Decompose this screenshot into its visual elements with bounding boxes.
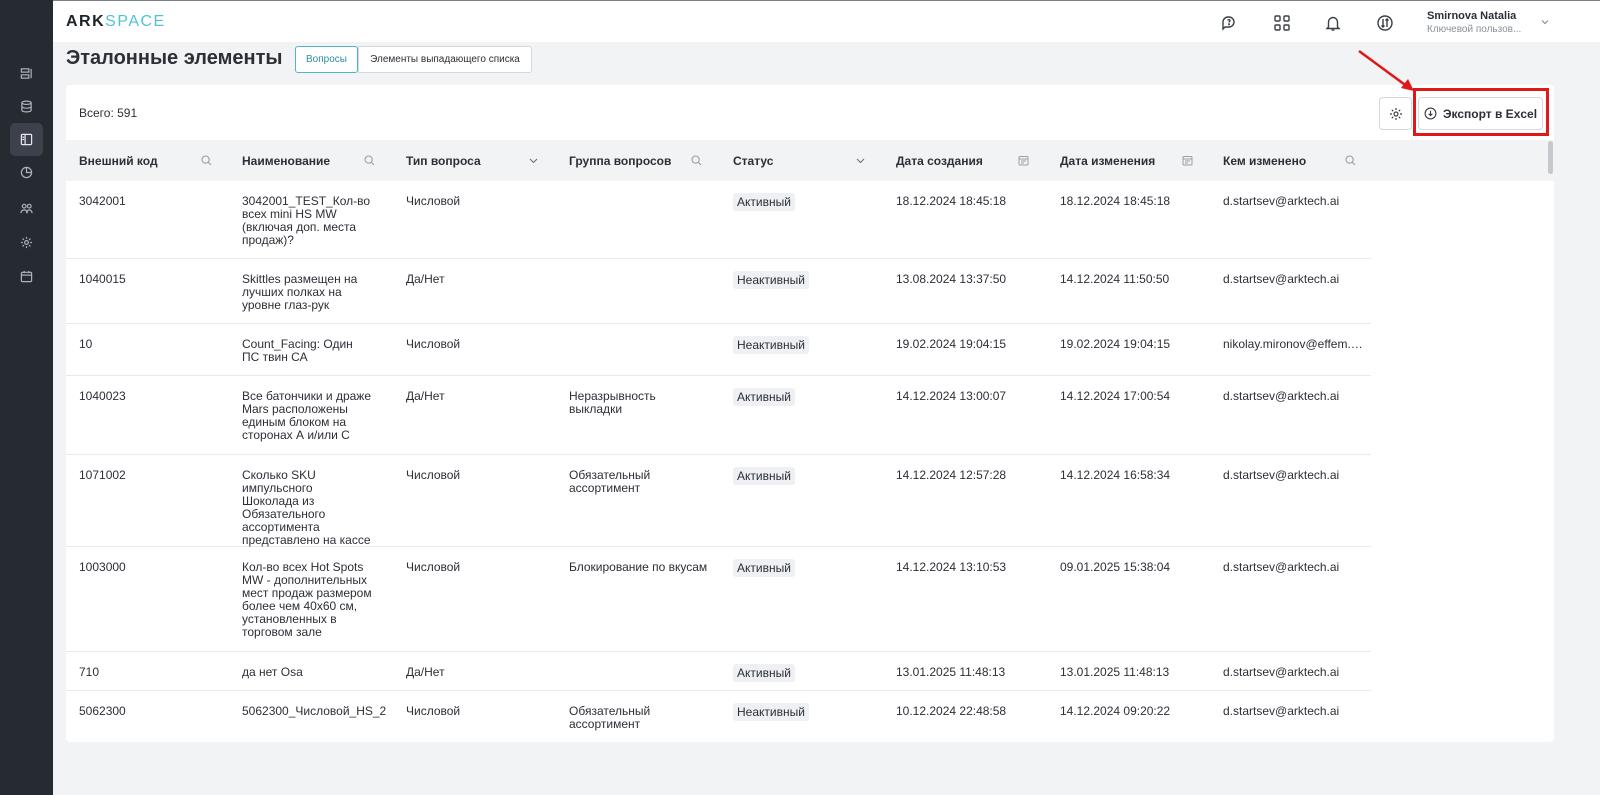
status-badge: Активный [733,193,795,211]
table-row[interactable]: 1040015 Skittles размещен на лучших полк… [66,259,1371,324]
search-icon[interactable] [364,155,375,166]
reports-icon [20,68,32,79]
table-settings-button[interactable] [1379,97,1412,130]
sidebar-item-calendar[interactable] [10,260,43,293]
table-row[interactable]: 1040023 Все батончики и драже Mars распо… [66,376,1371,455]
sidebar-item-database[interactable] [10,90,43,123]
column-header-modified-by[interactable]: Кем изменено [1223,140,1306,181]
user-role: Ключевой пользов... [1427,24,1522,35]
status-badge: Неактивный [733,703,809,721]
column-header-code[interactable]: Внешний код [79,140,158,181]
calendar-icon[interactable] [1018,155,1029,166]
total-count: Всего: 591 [79,106,138,120]
status-badge: Неактивный [733,336,809,354]
search-icon[interactable] [691,155,702,166]
chat-icon[interactable] [1219,13,1239,33]
status-badge: Активный [733,388,795,406]
table-row[interactable]: 710 да нет Osa Да/Нет Активный 13.01.202… [66,652,1371,691]
user-name[interactable]: Smirnova Natalia [1427,10,1516,22]
status-badge: Активный [733,559,795,577]
status-badge: Неактивный [733,271,809,289]
table-row[interactable]: 1071002 Сколько SKU импульсного Шоколада… [66,455,1371,547]
table-row[interactable]: 1003000 Кол-во всех Hot Spots MW - допол… [66,547,1371,652]
chart-icon [20,166,33,179]
export-highlight-box [1413,88,1549,136]
gear-icon [1389,107,1402,120]
table-header: Внешний код Наименование Тип вопроса Гру… [66,140,1554,181]
tab-questions[interactable]: Вопросы [295,46,358,73]
column-header-type[interactable]: Тип вопроса [406,140,481,181]
sidebar-item-reports[interactable] [10,57,43,90]
app-logo[interactable]: ARKSPACE [66,13,166,31]
sidebar-item-chart[interactable] [10,156,43,189]
sidebar-item-panel[interactable] [10,123,43,156]
column-header-group[interactable]: Группа вопросов [569,140,671,181]
topbar: ARKSPACE Smirnova Natalia Ключевой польз… [53,0,1600,42]
settings-icon [20,236,33,249]
apps-grid-icon[interactable] [1272,13,1292,33]
status-badge: Активный [733,467,795,485]
sidebar-item-users[interactable] [10,192,43,225]
calendar-icon [20,270,33,283]
page-title: Эталонные элементы [66,47,283,69]
table-scrollbar[interactable] [1548,141,1553,174]
column-header-modified[interactable]: Дата изменения [1060,140,1155,181]
calendar-icon[interactable] [1182,155,1193,166]
search-icon[interactable] [1345,155,1356,166]
sync-icon[interactable] [1375,13,1395,33]
annotation-arrow-icon [1358,49,1414,91]
database-icon [21,100,32,113]
panel-icon [20,133,33,146]
column-header-name[interactable]: Наименование [242,140,330,181]
users-icon [20,203,33,214]
main-panel: Всего: 591 Экспорт в Excel Внешний код Н… [66,85,1554,742]
sidebar-item-settings[interactable] [10,226,43,259]
table-row[interactable]: 3042001 3042001_TEST_Кол-во всех mini HS… [66,181,1371,259]
chevron-down-icon[interactable] [855,155,866,166]
status-badge: Активный [733,664,795,682]
column-header-status[interactable]: Статус [733,140,773,181]
table-row[interactable]: 5062300 5062300_Числовой_HS_2 Числовой О… [66,691,1371,742]
tab-dropdown-elements[interactable]: Элементы выпадающего списка [358,46,532,73]
table-row[interactable]: 10 Count_Facing: Один ПС твин СА Числово… [66,324,1371,376]
search-icon[interactable] [201,155,212,166]
sidebar [0,0,53,795]
bell-icon[interactable] [1323,13,1343,33]
chevron-down-icon[interactable] [1540,17,1550,27]
column-header-created[interactable]: Дата создания [896,140,983,181]
chevron-down-icon[interactable] [528,155,539,166]
